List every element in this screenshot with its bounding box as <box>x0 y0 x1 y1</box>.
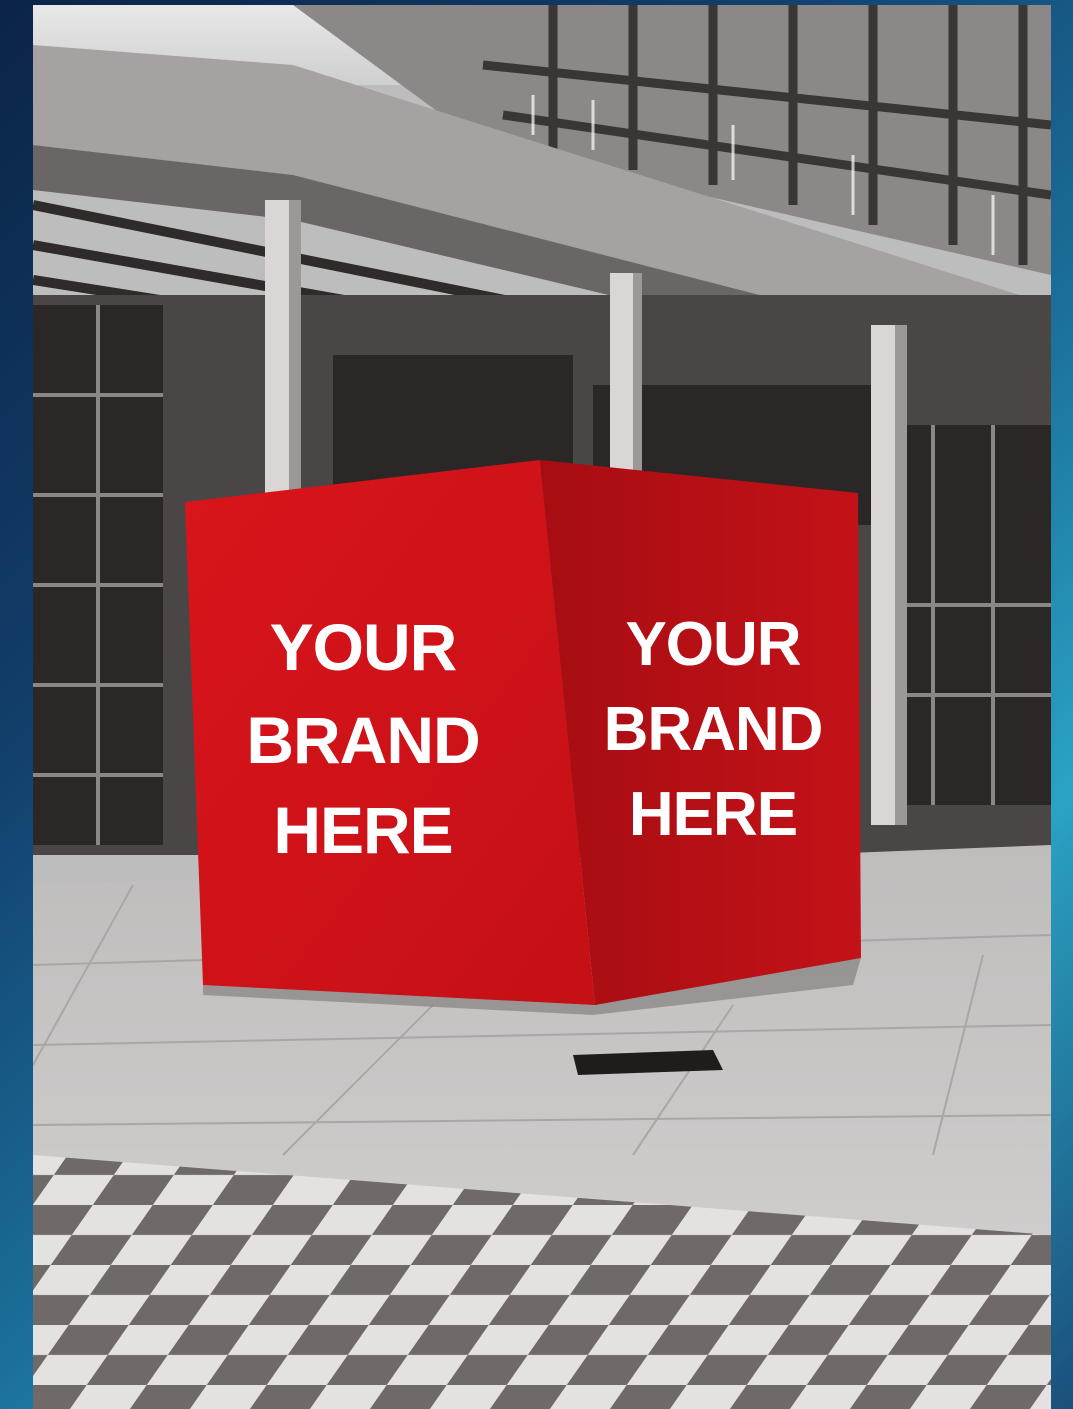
photo: YOUR BRAND HERE YOUR BRAND HERE <box>33 5 1051 1409</box>
left-face-line2: BRAND <box>246 703 479 777</box>
background-frame: YOUR BRAND HERE YOUR BRAND HERE <box>0 0 1073 1409</box>
left-face-line3: HERE <box>273 793 452 867</box>
right-face-text: YOUR BRAND HERE <box>604 610 824 849</box>
right-face-line2: BRAND <box>604 695 823 764</box>
right-face-line3: HERE <box>629 780 797 849</box>
right-face-line1: YOUR <box>625 610 800 679</box>
left-face-line1: YOUR <box>270 610 457 684</box>
left-face-text: YOUR BRAND HERE <box>246 610 480 867</box>
photo-scene: YOUR BRAND HERE YOUR BRAND HERE <box>33 5 1051 1409</box>
